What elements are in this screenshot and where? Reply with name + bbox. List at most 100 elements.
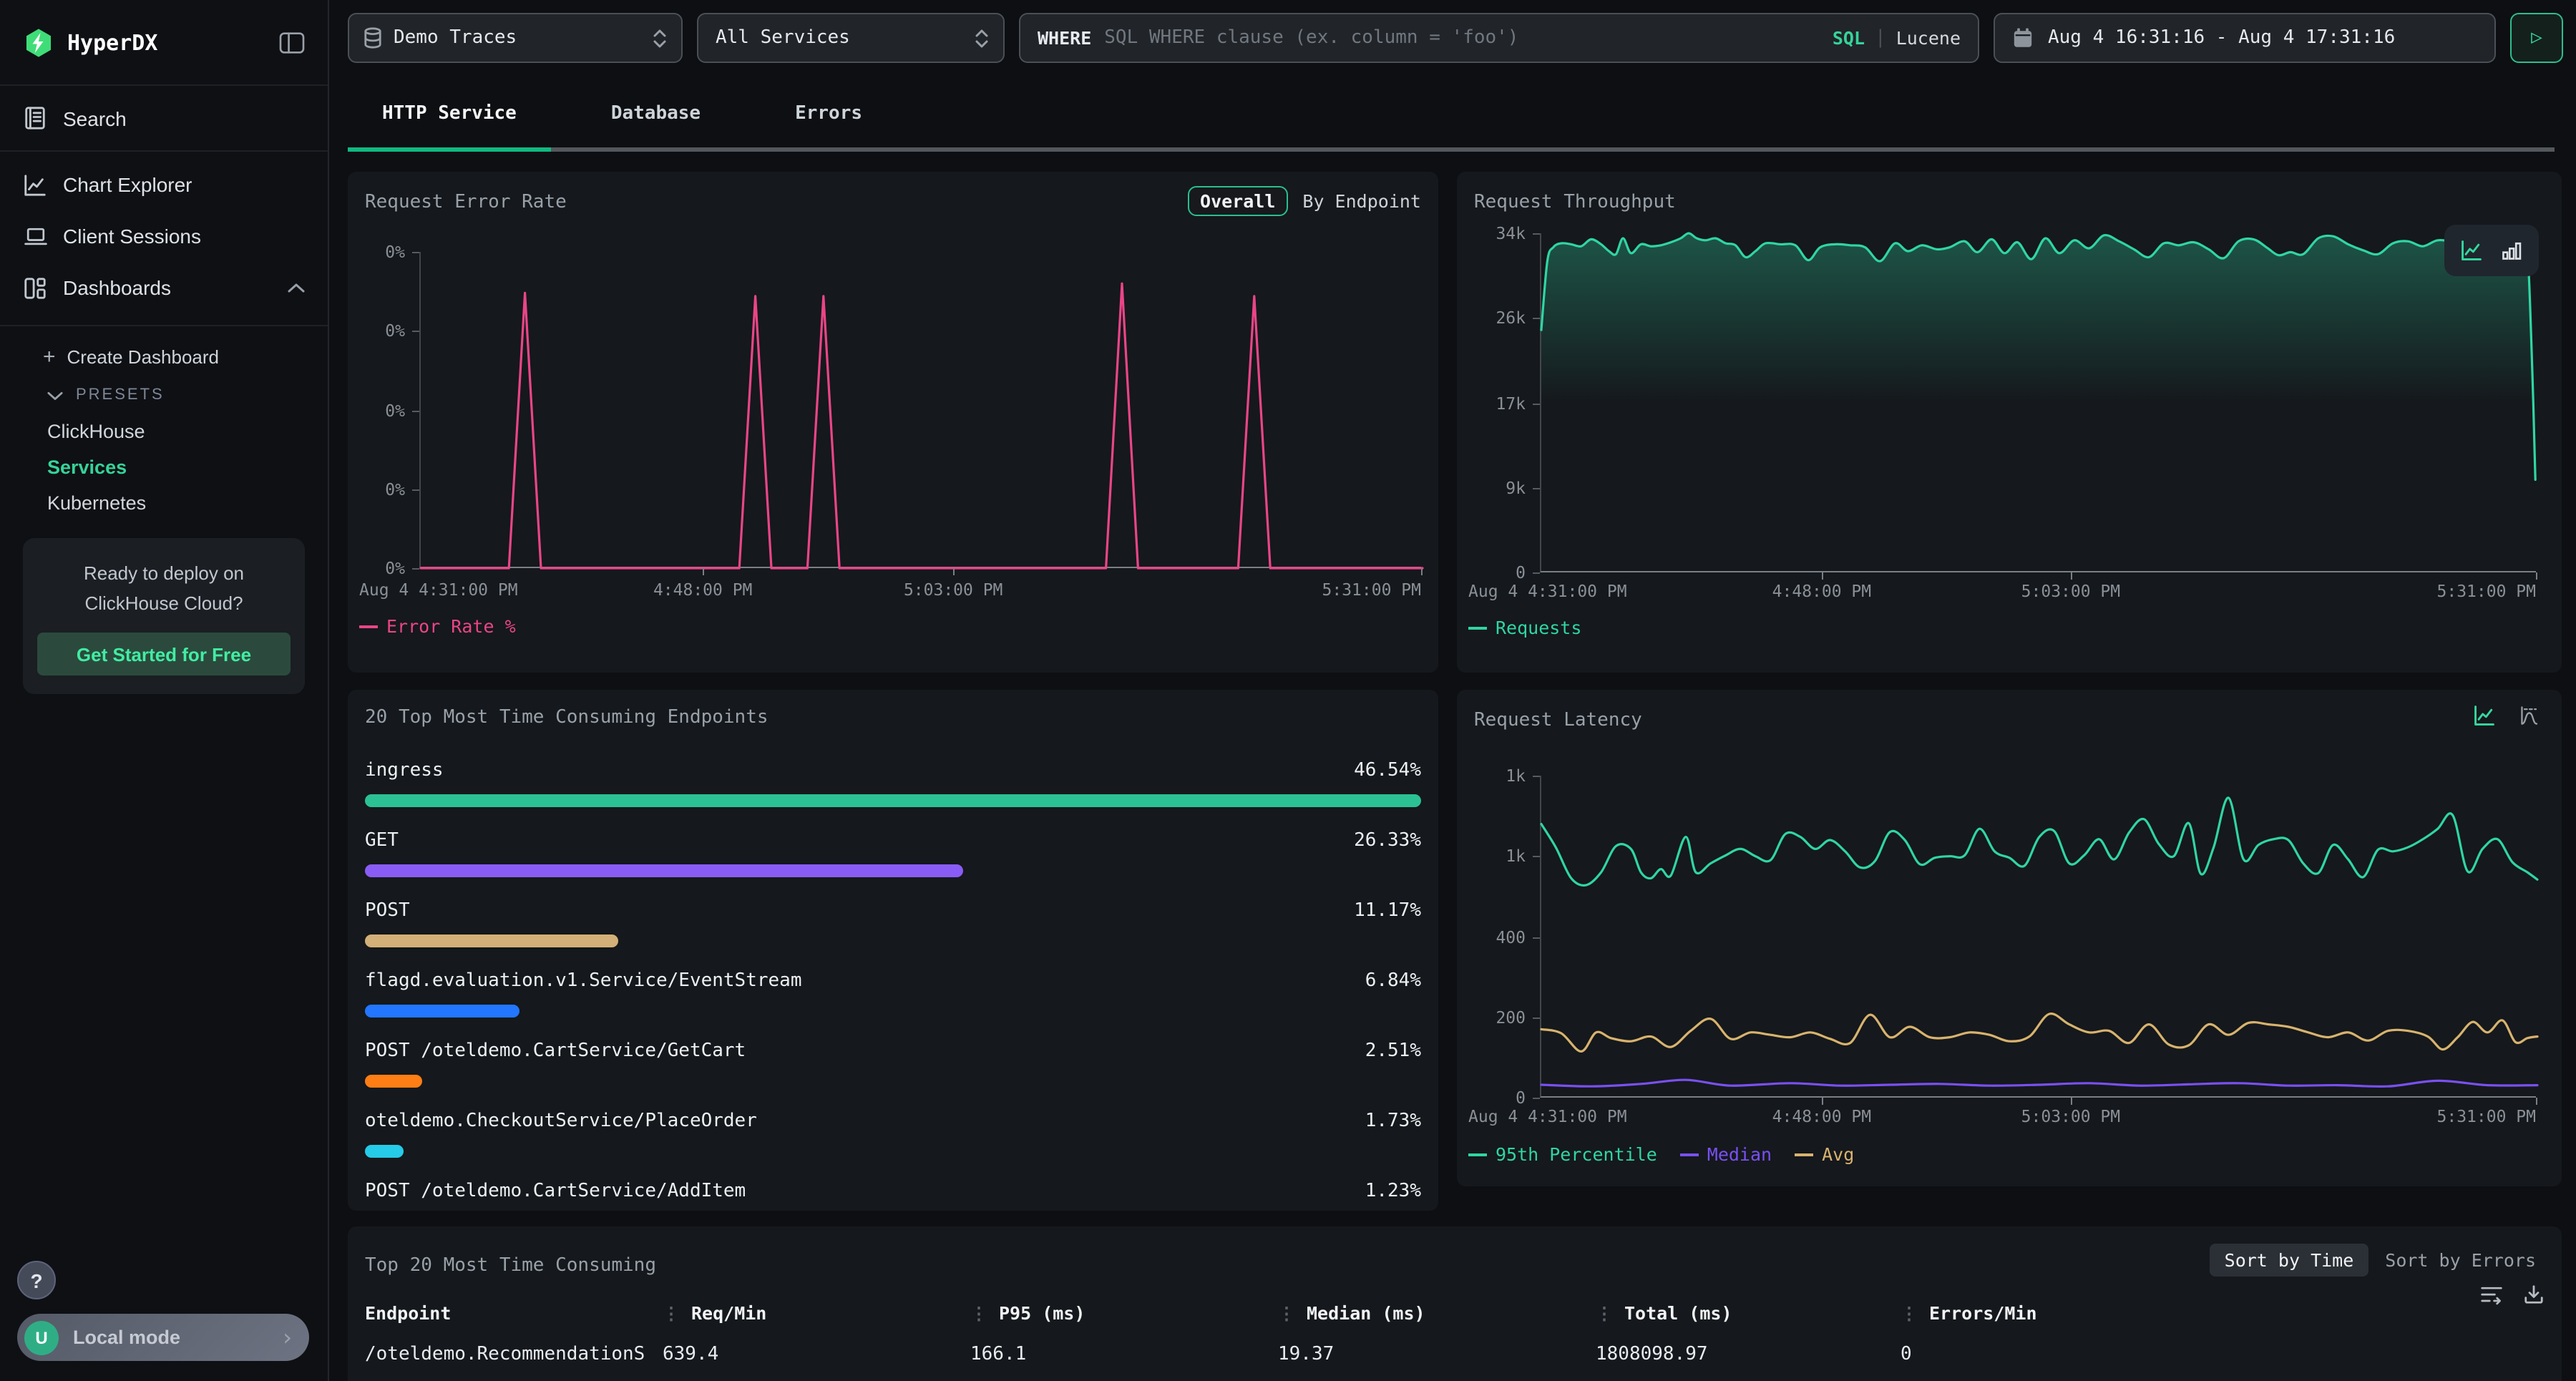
endpoint-bar-item[interactable]: POST11.17% [365, 900, 1421, 947]
x-axis-tick-label: 5:03:00 PM [904, 580, 1003, 600]
sidebar-item-clickhouse[interactable]: ClickHouse [0, 414, 328, 449]
help-button[interactable]: ? [17, 1261, 56, 1299]
column-grip-icon: ⋮ [970, 1303, 987, 1323]
local-mode-menu[interactable]: U Local mode › [17, 1314, 309, 1361]
x-axis-tick-label: 4:48:00 PM [1772, 581, 1872, 601]
endpoint-label: flagd.evaluation.v1.Service/EventStream [365, 970, 802, 993]
table-header-req-min[interactable]: ⋮Req/Min [663, 1302, 970, 1324]
endpoint-bar-item[interactable]: ingress46.54% [365, 760, 1421, 807]
error-rate-chart: 0%0%0%0%0%Aug 4 4:31:00 PM4:48:00 PM5:03… [348, 172, 1438, 673]
preset-label: ClickHouse [47, 421, 145, 442]
endpoint-bar [365, 1005, 520, 1018]
x-axis-tick-label: 5:31:00 PM [2437, 1106, 2537, 1126]
table-header-endpoint[interactable]: Endpoint [365, 1302, 663, 1324]
promo-line-2: ClickHouse Cloud? [37, 588, 291, 618]
sidebar-header: HyperDX [0, 0, 328, 86]
y-axis-tick-label: 17k [1457, 393, 1526, 413]
chart-line-icon [23, 172, 60, 197]
source-select[interactable]: Demo Traces [348, 13, 683, 63]
tab-errors[interactable]: Errors [761, 76, 897, 152]
top-time-consuming-table-card: Top 20 Most Time Consuming Sort by Time … [348, 1226, 2562, 1381]
topbar: Demo Traces All Services WHERE SQL WHERE… [329, 0, 2576, 76]
where-keyword: WHERE [1038, 27, 1091, 49]
time-range-picker[interactable]: Aug 4 16:31:16 - Aug 4 17:31:16 [1994, 13, 2496, 63]
lucene-mode-toggle[interactable]: Lucene [1896, 27, 1961, 49]
service-select-value: All Services [716, 27, 975, 49]
sidebar-item-label: Client Sessions [63, 225, 305, 248]
y-axis-tick-label: 1k [1457, 766, 1526, 786]
legend-item: Avg [1795, 1143, 1854, 1165]
table-header-median-ms-[interactable]: ⋮Median (ms) [1278, 1302, 1596, 1324]
y-axis-tick-label: 200 [1457, 1007, 1526, 1028]
endpoint-bar-item[interactable]: oteldemo.CheckoutService/PlaceOrder1.73% [365, 1111, 1421, 1158]
play-icon: ▷ [2531, 27, 2542, 49]
select-chevrons-icon [975, 28, 989, 48]
presets-toggle[interactable]: PRESETS [0, 376, 328, 414]
search-input[interactable]: WHERE SQL WHERE clause (ex. column = 'fo… [1019, 13, 1979, 63]
endpoint-label: ingress [365, 760, 444, 783]
tab-http-service[interactable]: HTTP Service [348, 76, 551, 152]
endpoint-percentage: 11.17% [1354, 900, 1421, 923]
sidebar-item-chart-explorer[interactable]: Chart Explorer [0, 159, 328, 210]
select-chevrons-icon [653, 28, 667, 48]
endpoint-bar [365, 864, 962, 877]
y-axis-tick-label: 0% [348, 479, 405, 499]
line-chart-icon[interactable] [2473, 704, 2496, 727]
legend-item: 95th Percentile [1468, 1143, 1657, 1165]
local-mode-label: Local mode [73, 1327, 283, 1348]
wrap-lines-icon[interactable] [2480, 1284, 2503, 1305]
hyperdx-logo-icon [23, 26, 54, 58]
endpoint-percentage: 2.51% [1365, 1040, 1421, 1063]
histogram-icon[interactable] [2519, 704, 2542, 727]
tabs-baseline [348, 147, 2555, 152]
sidebar-collapse-icon[interactable] [279, 31, 305, 54]
by-endpoint-button[interactable]: By Endpoint [1302, 190, 1421, 212]
x-axis-tick-label: 5:03:00 PM [2021, 1106, 2121, 1126]
sidebar-item-kubernetes[interactable]: Kubernetes [0, 485, 328, 521]
plot-area [1540, 233, 2536, 572]
run-query-button[interactable]: ▷ [2510, 13, 2563, 63]
column-grip-icon: ⋮ [1596, 1303, 1613, 1323]
sidebar-item-client-sessions[interactable]: Client Sessions [0, 210, 328, 262]
endpoint-bar-item[interactable]: GET26.33% [365, 830, 1421, 877]
column-grip-icon: ⋮ [663, 1303, 680, 1323]
endpoint-bar [365, 935, 618, 947]
service-tabs: HTTP Service Database Errors [329, 76, 2576, 152]
create-dashboard-button[interactable]: + Create Dashboard [0, 338, 328, 376]
tab-database[interactable]: Database [577, 76, 735, 152]
endpoint-percentage: 1.73% [1365, 1111, 1421, 1133]
legend-item: Error Rate % [359, 615, 516, 637]
endpoint-bar-item[interactable]: flagd.evaluation.v1.Service/EventStream 6… [365, 970, 1421, 1018]
get-started-button[interactable]: Get Started for Free [37, 633, 291, 675]
sidebar-item-services[interactable]: Services [0, 449, 328, 485]
app-title: HyperDX [67, 29, 279, 55]
table-header-errors-min[interactable]: ⋮Errors/Min [1901, 1302, 2545, 1324]
y-axis-tick-label: 0 [1457, 1088, 1526, 1108]
chart-legend: 95th Percentile Median Avg [1468, 1143, 1854, 1165]
x-axis-tick-label: 4:48:00 PM [653, 580, 753, 600]
dashboard-grid-icon [23, 275, 60, 300]
dashboard-content: Request Error Rate Overall By Endpoint 0… [329, 152, 2576, 1381]
sort-by-errors-button[interactable]: Sort by Errors [2373, 1244, 2547, 1277]
endpoint-bar-item[interactable]: POST /oteldemo.CartService/GetCart2.51% [365, 1040, 1421, 1088]
overall-button[interactable]: Overall [1187, 186, 1288, 216]
mode-divider: | [1875, 27, 1886, 49]
sidebar-item-search[interactable]: Search [0, 86, 328, 150]
bar-chart-icon[interactable] [2500, 239, 2523, 262]
table-header-total-ms-[interactable]: ⋮Total (ms) [1596, 1302, 1901, 1324]
table-header-p95-ms-[interactable]: ⋮P95 (ms) [970, 1302, 1278, 1324]
sql-mode-toggle[interactable]: SQL [1833, 27, 1865, 49]
endpoint-bar [365, 794, 1421, 807]
table-row[interactable]: /oteldemo.RecommendationServ639.4166.119… [365, 1344, 2545, 1365]
service-select[interactable]: All Services [697, 13, 1005, 63]
download-icon[interactable] [2523, 1284, 2545, 1305]
sort-by-time-button[interactable]: Sort by Time [2210, 1244, 2368, 1277]
line-chart-icon[interactable] [2460, 239, 2483, 262]
legend-item: Median [1680, 1143, 1772, 1165]
main-area: Demo Traces All Services WHERE SQL WHERE… [329, 0, 2576, 1381]
endpoint-percentage: 6.84% [1365, 970, 1421, 993]
sidebar-item-dashboards[interactable]: Dashboards [0, 262, 328, 313]
endpoint-bar-item[interactable]: POST /oteldemo.CartService/AddItem1.23% [365, 1181, 1421, 1211]
chart-type-toggle [2444, 225, 2539, 276]
table-cell: 639.4 [663, 1344, 970, 1365]
